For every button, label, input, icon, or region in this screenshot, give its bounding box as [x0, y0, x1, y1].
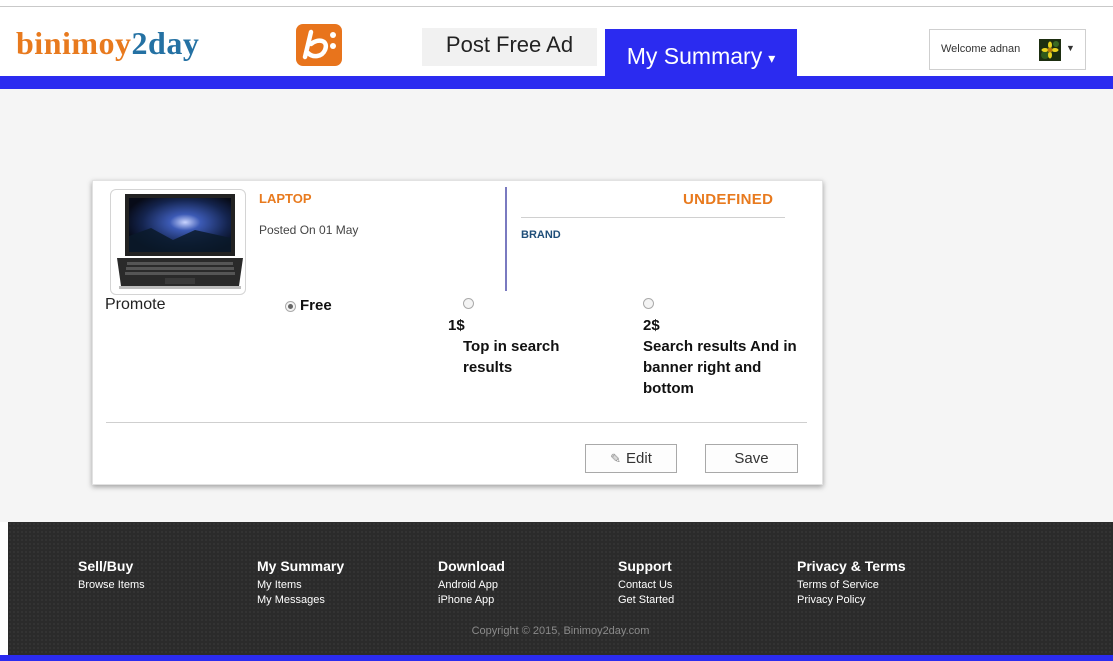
laptop-thumbnail[interactable]: [110, 189, 246, 295]
promote-free-label: Free: [300, 297, 332, 314]
footer: Sell/Buy Browse Items My Summary My Item…: [8, 522, 1113, 655]
footer-accent-bar: [0, 655, 1113, 661]
footer-link-terms-of-service[interactable]: Terms of Service: [797, 578, 906, 593]
ad-status: UNDEFINED: [683, 191, 774, 208]
footer-link-iphone-app[interactable]: iPhone App: [438, 593, 505, 608]
edit-button[interactable]: ✎ Edit: [585, 444, 677, 473]
footer-link-contact-us[interactable]: Contact Us: [618, 578, 674, 593]
nav-my-summary[interactable]: My Summary ▾: [605, 29, 797, 82]
header-accent-bar: [0, 76, 1113, 89]
welcome-text: Welcome adnan: [941, 43, 1021, 55]
footer-col-privacy-terms: Privacy & Terms Terms of Service Privacy…: [797, 558, 906, 608]
save-button[interactable]: Save: [705, 444, 798, 473]
edit-button-label: Edit: [626, 450, 652, 467]
ad-title: LAPTOP: [259, 191, 312, 206]
header: binimoy2day Post Free Ad My Summary ▾ Wel…: [0, 7, 1113, 82]
promote-1-dollar-price: 1$: [448, 317, 465, 334]
top-border: [0, 0, 1113, 7]
footer-heading: Download: [438, 558, 505, 574]
footer-link-get-started[interactable]: Get Started: [618, 593, 674, 608]
edit-icon: ✎: [610, 451, 622, 466]
footer-heading: Privacy & Terms: [797, 558, 906, 574]
promote-2-dollar-desc: Search results And in banner right and b…: [643, 338, 797, 397]
brand-label: BRAND: [521, 229, 561, 241]
footer-heading: My Summary: [257, 558, 345, 574]
nav-post-free-ad[interactable]: Post Free Ad: [422, 28, 597, 66]
footer-link-browse-items[interactable]: Browse Items: [78, 578, 145, 593]
footer-col-support: Support Contact Us Get Started: [618, 558, 674, 608]
promote-1-dollar-desc: Top in search results: [463, 338, 560, 376]
user-menu[interactable]: Welcome adnan ▼: [929, 29, 1086, 70]
footer-heading: Support: [618, 558, 672, 574]
chevron-down-icon: ▼: [1066, 43, 1075, 53]
footer-col-sell-buy: Sell/Buy Browse Items: [78, 558, 145, 593]
status-divider: [521, 217, 785, 218]
footer-col-my-summary: My Summary My Items My Messages: [257, 558, 344, 608]
avatar: [1039, 39, 1061, 61]
chevron-down-icon: ▾: [768, 49, 776, 66]
footer-link-my-messages[interactable]: My Messages: [257, 593, 344, 608]
copyright-text: Copyright © 2015, Binimoy2day.com: [471, 625, 650, 637]
card-divider: [106, 422, 807, 423]
nav-my-summary-label: My Summary: [626, 43, 763, 69]
main-content: LAPTOP Posted On 01 May UNDEFINED BRAND …: [0, 89, 1113, 522]
footer-link-android-app[interactable]: Android App: [438, 578, 505, 593]
footer-link-my-items[interactable]: My Items: [257, 578, 344, 593]
ad-summary-card: LAPTOP Posted On 01 May UNDEFINED BRAND …: [92, 180, 823, 485]
promote-free-radio[interactable]: [285, 301, 296, 312]
footer-link-privacy-policy[interactable]: Privacy Policy: [797, 593, 906, 608]
logo-text-accent: 2day: [131, 25, 200, 61]
site-logo[interactable]: binimoy2day: [16, 25, 199, 62]
logo-text-main: binimoy: [16, 25, 132, 61]
promote-2-dollar-price: 2$: [643, 317, 660, 334]
brand-mark-icon[interactable]: [296, 24, 342, 66]
posted-date: Posted On 01 May: [259, 223, 359, 237]
promote-2-dollar-radio[interactable]: [643, 298, 654, 309]
vertical-divider: [505, 187, 507, 291]
footer-col-download: Download Android App iPhone App: [438, 558, 505, 608]
laptop-image: [117, 194, 243, 289]
save-button-label: Save: [734, 450, 769, 467]
promote-label: Promote: [105, 296, 166, 313]
promote-1-dollar-radio[interactable]: [463, 298, 474, 309]
footer-heading: Sell/Buy: [78, 558, 134, 574]
